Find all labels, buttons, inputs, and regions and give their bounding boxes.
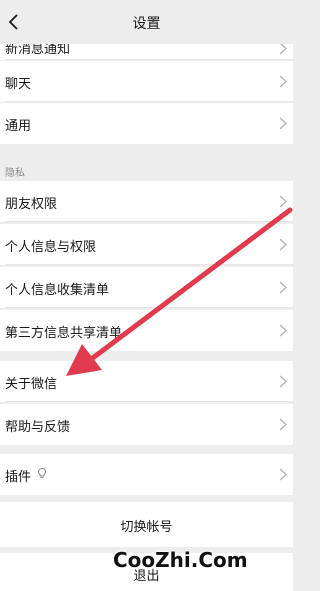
chevron-right-icon xyxy=(279,195,287,208)
chevron-right-icon xyxy=(279,468,287,481)
settings-item-about-wechat[interactable]: 关于微信 xyxy=(0,361,293,402)
chevron-right-icon xyxy=(279,117,287,130)
settings-item-label: 第三方信息共享清单 xyxy=(5,326,123,341)
settings-item-chat[interactable]: 聊天 xyxy=(0,61,293,102)
settings-item-third-party-sharing[interactable]: 第三方信息共享清单 xyxy=(0,310,293,351)
row-divider xyxy=(5,401,293,402)
settings-item-label: 个人信息与权限 xyxy=(5,240,97,255)
settings-item-label: 聊天 xyxy=(5,77,32,92)
chevron-right-icon xyxy=(279,324,287,337)
settings-item-label: 朋友权限 xyxy=(5,197,58,212)
page-title: 设置 xyxy=(132,16,161,32)
chevron-right-icon xyxy=(279,238,287,251)
settings-item-friend-permissions[interactable]: 朋友权限 xyxy=(0,181,293,222)
settings-item-general[interactable]: 通用 xyxy=(0,103,293,144)
section-label-privacy: 隐私 xyxy=(5,168,25,179)
header-bar: 设置 xyxy=(0,0,293,44)
row-divider xyxy=(5,59,293,60)
row-divider xyxy=(5,221,293,222)
settings-item-label: 帮助与反馈 xyxy=(5,420,71,435)
switch-account-label: 切换帐号 xyxy=(120,520,173,535)
chevron-right-icon xyxy=(279,75,287,88)
row-divider xyxy=(5,101,293,102)
plugin-icon xyxy=(37,467,47,478)
switch-account-button[interactable]: 切换帐号 xyxy=(0,502,293,547)
chevron-right-icon xyxy=(279,281,287,294)
row-divider xyxy=(5,307,293,308)
settings-item-label: 关于微信 xyxy=(5,377,58,392)
settings-item-label: 通用 xyxy=(5,119,32,134)
watermark-text: CooZhi.Com xyxy=(113,548,248,572)
settings-item-label: 插件 xyxy=(5,470,32,485)
settings-item-personal-info-list[interactable]: 个人信息收集清单 xyxy=(0,267,293,308)
chevron-right-icon xyxy=(279,418,287,431)
settings-item-help-feedback[interactable]: 帮助与反馈 xyxy=(0,404,293,445)
row-divider xyxy=(5,264,293,265)
settings-item-label: 个人信息收集清单 xyxy=(5,283,110,298)
settings-item-plugins[interactable]: 插件 xyxy=(0,454,293,495)
settings-item-personal-info-permissions[interactable]: 个人信息与权限 xyxy=(0,224,293,265)
chevron-right-icon xyxy=(279,375,287,388)
